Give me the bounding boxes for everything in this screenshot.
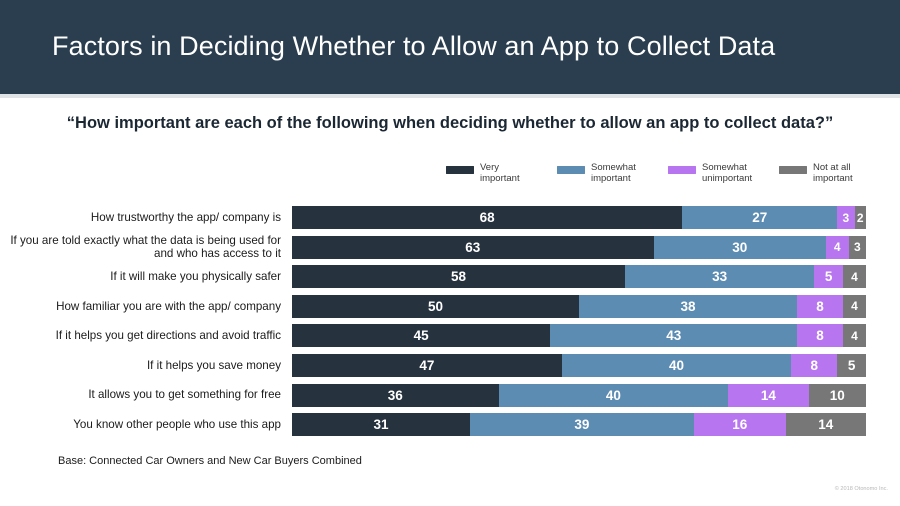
chart-row: If you are told exactly what the data is… — [0, 233, 900, 261]
bar-segment: 33 — [624, 265, 815, 289]
stacked-bar: 58 33 5 4 — [292, 265, 866, 289]
bar-segment: 4 — [843, 294, 866, 318]
chart-row: How familiar you are with the app/ compa… — [0, 294, 900, 318]
bar-segment: 38 — [579, 294, 798, 318]
bar-segment: 8 — [791, 354, 838, 377]
chart-row: It allows you to get something for free 3… — [0, 383, 900, 407]
bar-segment: 43 — [550, 324, 798, 348]
slide: Factors in Deciding Whether to Allow an … — [0, 0, 900, 506]
legend-label-line1: Somewhat — [591, 162, 636, 173]
legend-swatch-icon — [557, 166, 585, 174]
bar-segment: 36 — [292, 383, 499, 407]
chart-row: If it will make you physically safer 58 33… — [0, 265, 900, 289]
bar-segment: 40 — [561, 354, 792, 377]
bar-segment: 14 — [785, 413, 866, 437]
stacked-bar: 63 30 4 3 — [292, 235, 866, 259]
legend-item-2[interactable]: Somewhat unimportant — [668, 162, 779, 192]
legend-label-line2: important — [591, 173, 631, 184]
category-label: If you are told exactly what the data is… — [10, 233, 281, 261]
bar-segment: 8 — [797, 294, 844, 318]
bar-segment: 4 — [843, 324, 866, 348]
category-label: How trustworthy the app/ company is — [90, 210, 281, 224]
category-label: If it helps you get directions and avoid… — [55, 329, 281, 343]
legend-swatch-icon — [668, 166, 696, 174]
bar-segment: 14 — [728, 383, 809, 407]
chart-row: If it helps you get directions and avoid… — [0, 324, 900, 348]
legend-label-line2: important — [813, 173, 853, 184]
bar-segment: 10 — [808, 383, 866, 407]
legend-item-label: Somewhat important — [591, 162, 667, 184]
stacked-bar: 50 38 8 4 — [292, 294, 866, 318]
bar-segment: 4 — [843, 265, 866, 289]
bar-segment: 4 — [825, 235, 849, 259]
stacked-bar: 31 39 16 14 — [292, 413, 866, 437]
bar-segment: 16 — [693, 413, 786, 437]
base-note: Base: Connected Car Owners and New Car B… — [58, 455, 362, 467]
category-label: You know other people who use this app — [73, 417, 281, 431]
category-label: It allows you to get something for free — [88, 388, 281, 402]
category-label: How familiar you are with the app/ compa… — [56, 299, 281, 313]
copyright-notice: © 2018 Otonomo Inc. — [834, 486, 888, 492]
stacked-bar: 45 43 8 4 — [292, 324, 866, 348]
legend-label-line2: important — [480, 173, 520, 184]
bar-segment: 50 — [292, 294, 579, 318]
bar-segment: 47 — [292, 354, 562, 377]
legend-item-3[interactable]: Not at all important — [779, 162, 890, 192]
bar-segment: 3 — [848, 235, 866, 259]
bar-segment: 63 — [292, 235, 654, 259]
legend-label-line1: Somewhat — [702, 162, 747, 173]
bar-segment: 58 — [292, 265, 625, 289]
page-title: Factors in Deciding Whether to Allow an … — [52, 31, 776, 61]
legend-item-label: Somewhat unimportant — [702, 162, 778, 184]
chart-legend: Very important Somewhat important Somewhat un… — [446, 162, 890, 192]
stacked-bar-chart: How trustworthy the app/ company is 68 27 3… — [0, 203, 900, 449]
stacked-bar: 68 27 3 2 — [292, 206, 866, 229]
bar-segment: 5 — [814, 265, 843, 289]
bar-segment: 30 — [653, 235, 826, 259]
legend-item-0[interactable]: Very important — [446, 162, 557, 192]
chart-row: You know other people who use this app 31… — [0, 413, 900, 437]
legend-item-1[interactable]: Somewhat important — [557, 162, 668, 192]
chart-row: If it helps you save money 47 40 8 5 — [0, 354, 900, 377]
stacked-bar: 36 40 14 10 — [292, 383, 866, 407]
category-label: If it helps you save money — [146, 358, 281, 372]
chart-subtitle: “How important are each of the following… — [66, 114, 834, 132]
legend-label-line2: unimportant — [702, 173, 753, 184]
stacked-bar: 47 40 8 5 — [292, 354, 866, 377]
legend-item-label: Very important — [480, 162, 556, 184]
bar-segment: 39 — [469, 413, 694, 437]
header-divider — [0, 94, 900, 98]
bar-segment: 68 — [292, 206, 683, 229]
legend-label-line1: Very — [480, 162, 500, 173]
legend-label-line1: Not at all — [813, 162, 851, 173]
legend-item-label: Not at all important — [813, 162, 889, 184]
bar-segment: 31 — [292, 413, 470, 437]
legend-swatch-icon — [779, 166, 807, 174]
bar-segment: 27 — [682, 206, 838, 229]
bar-segment: 40 — [498, 383, 729, 407]
bar-segment: 8 — [797, 324, 844, 348]
category-label: If it will make you physically safer — [110, 269, 281, 283]
bar-segment: 5 — [837, 354, 866, 377]
legend-swatch-icon — [446, 166, 474, 174]
chart-row: How trustworthy the app/ company is 68 27 3… — [0, 206, 900, 229]
bar-segment: 2 — [854, 206, 866, 229]
bar-segment: 3 — [837, 206, 855, 229]
bar-segment: 45 — [292, 324, 551, 348]
